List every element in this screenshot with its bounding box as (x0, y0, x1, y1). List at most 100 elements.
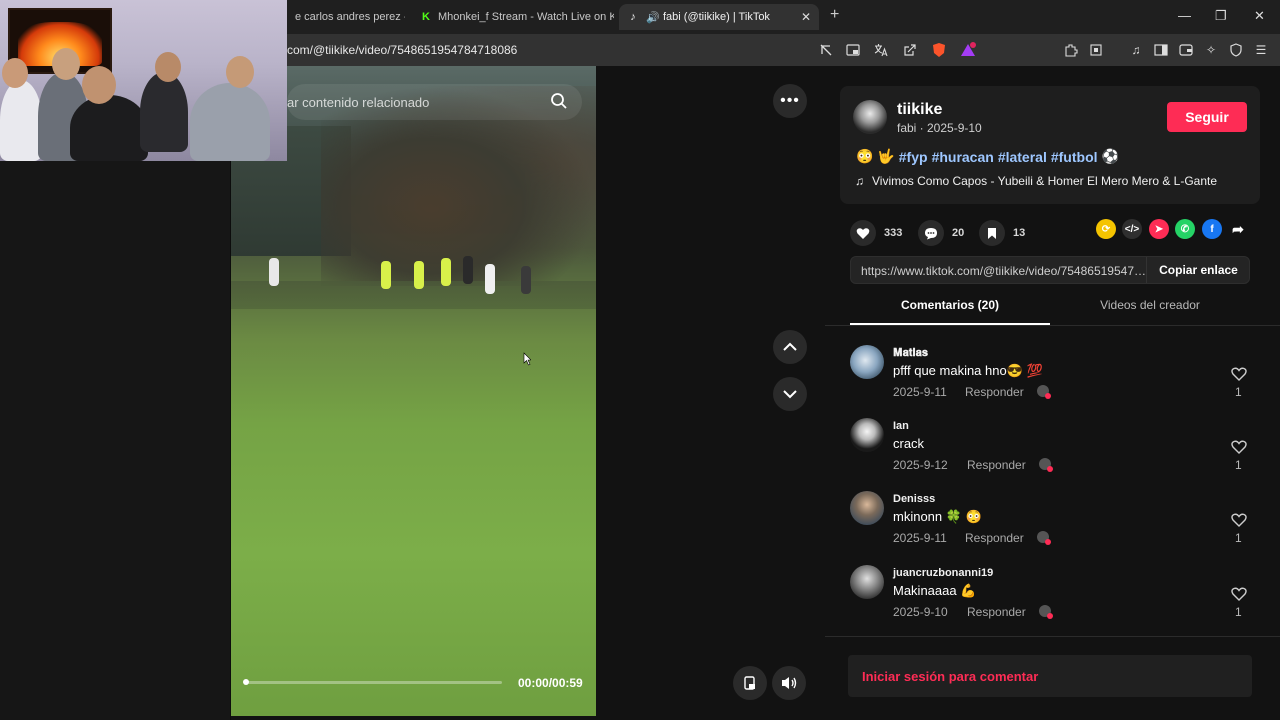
reply-button[interactable]: Responder (967, 605, 1026, 619)
video-frame-player (441, 258, 451, 286)
comment-like-count: 1 (1235, 531, 1242, 545)
comment-like-count: 1 (1235, 458, 1242, 472)
copy-link-button[interactable]: Copiar enlace (1146, 257, 1250, 283)
comment-like-icon[interactable] (1230, 511, 1248, 529)
commenter-avatar[interactable] (850, 345, 884, 379)
more-options-button[interactable]: ••• (773, 84, 807, 118)
description-emoji-tail: ⚽ (1101, 148, 1119, 164)
reply-button[interactable]: Responder (965, 531, 1024, 545)
follow-button[interactable]: Seguir (1167, 102, 1247, 132)
comment-text: Makinaaaa 💪 (893, 583, 977, 598)
new-tab-button[interactable]: + (830, 6, 839, 24)
hashtag-link[interactable]: #futbol (1051, 149, 1098, 165)
video-frame-player (463, 256, 473, 284)
comment-text: mkinonn 🍀 😳 (893, 509, 982, 524)
like-stat[interactable]: 333 (850, 220, 902, 246)
hashtag-link[interactable]: #fyp (899, 149, 928, 165)
comment-login-box[interactable]: Iniciar sesión para comentar (848, 655, 1252, 697)
previous-video-button[interactable] (773, 330, 807, 364)
close-tab-icon[interactable]: ✕ (801, 10, 811, 24)
embed-code-icon[interactable]: </> (1122, 219, 1142, 239)
video-frame-player (269, 258, 279, 286)
bookmark-icon (979, 220, 1005, 246)
webcam-person-head (226, 56, 254, 88)
creator-avatar[interactable] (853, 100, 887, 134)
facebook-icon[interactable]: f (1202, 219, 1222, 239)
floating-player-button[interactable] (733, 666, 767, 700)
tab-tiktok[interactable]: ♪ 🔊 fabi (@tiikike) | TikTok ✕ (619, 4, 819, 30)
save-stat[interactable]: 13 (979, 220, 1025, 246)
extensions-icon[interactable] (1062, 41, 1080, 59)
commenter-avatar[interactable] (850, 491, 884, 525)
panel-tabs: Comentarios (20) Videos del creador (850, 298, 1280, 326)
comment-date: 2025-9-10 (893, 605, 948, 619)
commenter-name[interactable]: Ian (893, 420, 909, 432)
tab-carlos-andres-perez[interactable]: e carlos andres perez - Bu (287, 4, 405, 30)
close-window-button[interactable]: ✕ (1254, 8, 1265, 24)
share-arrow-icon[interactable]: ➦ (1228, 219, 1248, 239)
comment-bubble-icon (918, 220, 944, 246)
whatsapp-icon[interactable]: ✆ (1175, 219, 1195, 239)
sidebar-toggle-icon[interactable] (1152, 41, 1170, 59)
tab-kick-stream[interactable]: K Mhonkei_f Stream - Watch Live on Ki (414, 4, 614, 30)
video-progress-handle[interactable] (243, 679, 249, 685)
address-bar[interactable]: com/@tiikike/video/7548651954784718086 (287, 43, 517, 57)
comment-date: 2025-9-12 (893, 458, 948, 472)
video-description: 😳 🤟 #fyp #huracan #lateral #futbol ⚽ (856, 148, 1119, 165)
commenter-name[interactable]: Denisss (893, 493, 935, 505)
hashtag-link[interactable]: #huracan (932, 149, 994, 165)
tab-comments[interactable]: Comentarios (20) (850, 298, 1050, 325)
creator-subline: fabi · 2025-9-10 (897, 121, 982, 135)
comment-like-icon[interactable] (1230, 365, 1248, 383)
wallet-icon[interactable] (1177, 41, 1195, 59)
translate-icon[interactable] (872, 41, 890, 59)
reader-mode-icon[interactable] (1087, 41, 1105, 59)
picture-in-picture-icon[interactable] (844, 41, 862, 59)
comment-like-icon[interactable] (1230, 438, 1248, 456)
login-to-comment-link[interactable]: Iniciar sesión para comentar (862, 669, 1038, 684)
save-count: 13 (1013, 227, 1026, 239)
commenter-name[interactable]: 𝐌𝐚𝐭𝐢𝐚𝐬 (893, 347, 928, 360)
webcam-overlay (0, 0, 287, 161)
volume-button[interactable] (772, 666, 806, 700)
minimize-button[interactable]: — (1178, 8, 1191, 23)
chevron-down-icon (783, 390, 797, 399)
reply-button[interactable]: Responder (967, 458, 1026, 472)
video-player[interactable] (231, 66, 596, 716)
leo-ai-icon[interactable]: ✧ (1202, 41, 1220, 59)
tab-creator-videos[interactable]: Videos del creador (1050, 298, 1250, 325)
volume-icon (782, 677, 797, 689)
send-to-friends-icon[interactable]: ➤ (1149, 219, 1169, 239)
webcam-person-head (52, 48, 80, 80)
search-icon[interactable] (550, 92, 568, 110)
video-progress-bar[interactable] (244, 681, 502, 684)
menu-icon[interactable]: ☰ (1252, 41, 1270, 59)
vpn-shield-icon[interactable] (1227, 41, 1245, 59)
comment-count: 20 (952, 227, 965, 239)
commenter-name[interactable]: juancruzbonanni19 (893, 567, 993, 579)
chevron-up-icon (783, 342, 797, 351)
creator-username[interactable]: tiikike (897, 101, 942, 119)
speaker-icon: 🔊 (646, 11, 660, 24)
webcam-person (70, 95, 148, 161)
share-page-icon[interactable] (901, 41, 919, 59)
brave-rewards-icon[interactable] (959, 41, 977, 59)
webcam-person (140, 72, 188, 152)
repost-icon[interactable]: ⟳ (1096, 219, 1116, 239)
video-frame-player (485, 264, 495, 294)
commenter-avatar[interactable] (850, 565, 884, 599)
share-link-url[interactable]: https://www.tiktok.com/@tiikike/video/75… (861, 264, 1146, 278)
tab-label: e carlos andres perez - Bu (295, 11, 405, 23)
hashtag-link[interactable]: #lateral (998, 149, 1047, 165)
brave-shields-icon[interactable] (930, 41, 948, 59)
music-link[interactable]: ♫ Vivimos Como Capos - Yubeili & Homer E… (855, 174, 1217, 188)
no-image-icon[interactable] (817, 41, 835, 59)
media-playback-icon[interactable]: ♫ (1127, 41, 1145, 59)
next-video-button[interactable] (773, 377, 807, 411)
related-search-placeholder: ar contenido relacionado (287, 95, 430, 110)
comment-stat[interactable]: 20 (918, 220, 964, 246)
comment-like-icon[interactable] (1230, 585, 1248, 603)
reply-button[interactable]: Responder (965, 385, 1024, 399)
commenter-avatar[interactable] (850, 418, 884, 452)
maximize-button[interactable]: ❐ (1215, 8, 1227, 24)
